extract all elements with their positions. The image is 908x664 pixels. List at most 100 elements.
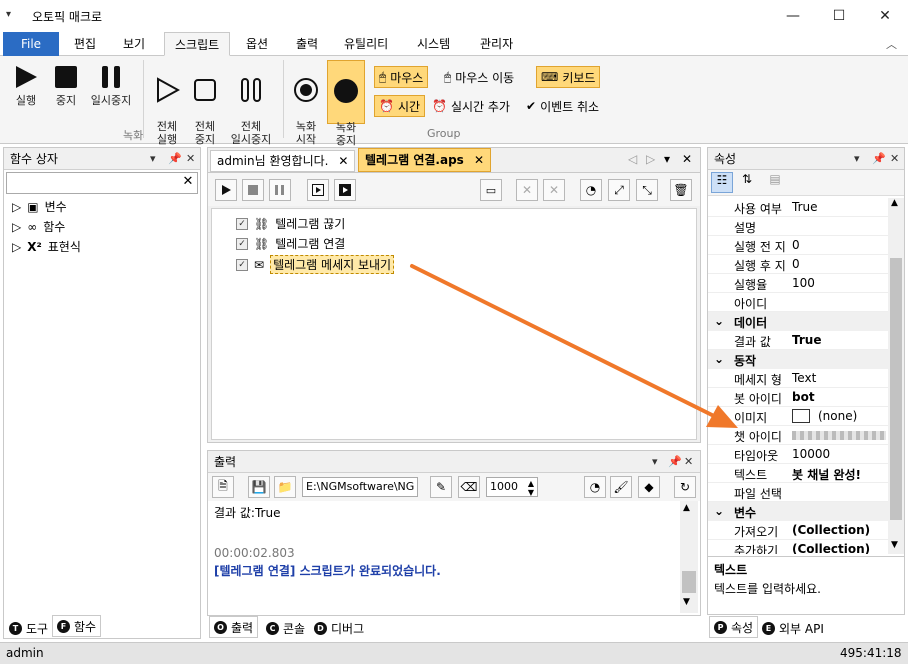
- tab-view[interactable]: 보기: [113, 32, 155, 56]
- property-row[interactable]: 실행 전 지0: [708, 236, 888, 255]
- dropdown-icon[interactable]: ▾: [664, 152, 670, 166]
- tab-utility[interactable]: 유틸리티: [334, 32, 398, 56]
- color-brush-button[interactable]: 🖌: [610, 476, 632, 498]
- tab-file[interactable]: File: [3, 32, 59, 56]
- tab-tools[interactable]: T 도구: [5, 617, 52, 639]
- close-icon[interactable]: ✕: [684, 451, 693, 473]
- stepper-arrows-icon[interactable]: ▲ ▼: [528, 479, 534, 497]
- tab-edit[interactable]: 편집: [64, 32, 106, 56]
- collapse-icon[interactable]: ⌄: [714, 314, 724, 328]
- delete-button[interactable]: ✕: [516, 179, 538, 201]
- function-search-input[interactable]: [6, 172, 198, 194]
- close-button[interactable]: ✕: [862, 0, 908, 32]
- collapse-icon[interactable]: ⌄: [714, 352, 724, 366]
- line-count-stepper[interactable]: 1000 ▲ ▼: [486, 477, 538, 497]
- step-button[interactable]: [307, 179, 329, 201]
- dropdown-icon[interactable]: ▾: [150, 148, 156, 170]
- doc-tab-welcome[interactable]: admin님 환영합니다. ✕: [210, 150, 356, 172]
- open-folder-button[interactable]: 📁: [274, 476, 296, 498]
- property-row[interactable]: 텍스트 봇 채널 완성!: [708, 464, 888, 483]
- eraser-button[interactable]: ⌫: [458, 476, 480, 498]
- scroll-right-icon[interactable]: ▷: [646, 152, 655, 166]
- scroll-up-icon[interactable]: ▲: [683, 503, 690, 513]
- collapse-button[interactable]: ⤡: [636, 179, 658, 201]
- dropdown-icon[interactable]: ▾: [854, 148, 860, 170]
- pin-icon[interactable]: 📌: [668, 451, 682, 473]
- record-start-button[interactable]: 녹화 시작: [288, 64, 324, 146]
- property-row[interactable]: 아이디: [708, 293, 888, 312]
- property-row[interactable]: 추가하기 (Collection): [708, 540, 888, 554]
- alphabetical-button[interactable]: ⇅: [736, 172, 758, 193]
- scroll-up-icon[interactable]: ▲: [891, 198, 898, 208]
- property-row[interactable]: 실행 후 지0: [708, 255, 888, 274]
- property-row[interactable]: 설명: [708, 217, 888, 236]
- property-row[interactable]: 봇 아이디 bot: [708, 388, 888, 407]
- category-data[interactable]: ⌄ 데이터: [708, 312, 888, 331]
- property-row[interactable]: 챗 아이디: [708, 426, 888, 445]
- category-variables[interactable]: ⌄ 변수: [708, 502, 888, 521]
- pin-icon[interactable]: 📌: [168, 148, 182, 170]
- output-scrollbar[interactable]: ▲ ▼: [680, 501, 698, 613]
- property-pages-button[interactable]: ▤: [764, 172, 786, 193]
- tree-item-variables[interactable]: ▷ ▣ 변수: [12, 198, 67, 215]
- tab-options[interactable]: 옵션: [236, 32, 278, 56]
- fill-button[interactable]: ◆: [638, 476, 660, 498]
- tree-item-functions[interactable]: ▷ ∞ 함수: [12, 218, 65, 235]
- timer-button[interactable]: ◔: [580, 179, 602, 201]
- capture-button[interactable]: ▭: [480, 179, 502, 201]
- all-pause-button[interactable]: 전체 일시중지: [224, 64, 278, 146]
- expand-icon[interactable]: ▷: [12, 220, 21, 234]
- maximize-button[interactable]: ☐: [816, 0, 862, 32]
- scroll-down-icon[interactable]: ▼: [891, 540, 898, 550]
- filter-button[interactable]: ✎: [430, 476, 452, 498]
- tree-item-expressions[interactable]: ▷ X² 표현식: [12, 238, 81, 255]
- scroll-down-icon[interactable]: ▼: [683, 597, 690, 607]
- close-icon[interactable]: ✕: [682, 152, 692, 166]
- property-row[interactable]: 결과 값 True: [708, 331, 888, 350]
- close-icon[interactable]: ✕: [186, 148, 195, 170]
- all-stop-button[interactable]: 전체 중지: [186, 64, 224, 146]
- expand-button[interactable]: ⤢: [608, 179, 630, 201]
- tab-external-api[interactable]: E 외부 API: [758, 617, 828, 639]
- script-item-selected[interactable]: ✓ ✉ 텔레그램 메세지 보내기: [236, 255, 395, 274]
- categorized-button[interactable]: ☷: [711, 172, 733, 193]
- stop-button[interactable]: [242, 179, 264, 201]
- collapse-ribbon-icon[interactable]: ︿: [886, 36, 897, 52]
- new-log-button[interactable]: 🗎: [212, 476, 234, 498]
- property-row[interactable]: 가져오기 (Collection): [708, 521, 888, 540]
- event-cancel-button[interactable]: ✔ 이벤트 취소: [522, 95, 603, 117]
- property-row[interactable]: 메세지 형 Text: [708, 369, 888, 388]
- play-button[interactable]: 실행: [6, 64, 46, 107]
- property-row[interactable]: 사용 여부 True: [708, 198, 888, 217]
- doc-tab-telegram[interactable]: 텔레그램 연결.aps ✕: [358, 148, 492, 172]
- log-path-input[interactable]: E:\NGMsoftware\NG: [302, 477, 418, 497]
- script-item[interactable]: ✓ ⛓ 텔레그램 끊기: [236, 215, 345, 232]
- pause-button[interactable]: 일시중지: [86, 64, 136, 107]
- timer-button[interactable]: ◔: [584, 476, 606, 498]
- system-menu-icon[interactable]: ▾: [6, 9, 11, 20]
- trash-button[interactable]: 🗑: [670, 179, 692, 201]
- stop-button[interactable]: 중지: [46, 64, 86, 107]
- run-frame-button[interactable]: [334, 179, 356, 201]
- tab-functions[interactable]: F 함수: [52, 615, 102, 637]
- tab-script[interactable]: 스크립트: [164, 32, 231, 56]
- record-stop-button[interactable]: 녹화 중지: [327, 60, 365, 147]
- dropdown-icon[interactable]: ▾: [652, 451, 658, 473]
- tab-system[interactable]: 시스템: [407, 32, 460, 56]
- mouse-button[interactable]: 🖱 마우스: [374, 66, 429, 88]
- keyboard-button[interactable]: ⌨ 키보드: [536, 66, 601, 88]
- tab-output-log[interactable]: O 출력: [209, 616, 259, 638]
- run-button[interactable]: [215, 179, 237, 201]
- property-row[interactable]: 이미지 (none): [708, 407, 888, 426]
- tab-properties[interactable]: P 속성: [709, 616, 759, 638]
- checkbox[interactable]: ✓: [236, 237, 248, 250]
- collapse-icon[interactable]: ⌄: [714, 504, 724, 518]
- tab-console[interactable]: C 콘솔: [262, 617, 309, 639]
- pin-icon[interactable]: 📌: [872, 148, 886, 170]
- refresh-button[interactable]: ↻: [674, 476, 696, 498]
- pause-button[interactable]: [269, 179, 291, 201]
- tab-debug[interactable]: D 디버그: [310, 617, 368, 639]
- category-action[interactable]: ⌄ 동작: [708, 350, 888, 369]
- script-item[interactable]: ✓ ⛓ 텔레그램 연결: [236, 235, 345, 252]
- property-row[interactable]: 파일 선택: [708, 483, 888, 502]
